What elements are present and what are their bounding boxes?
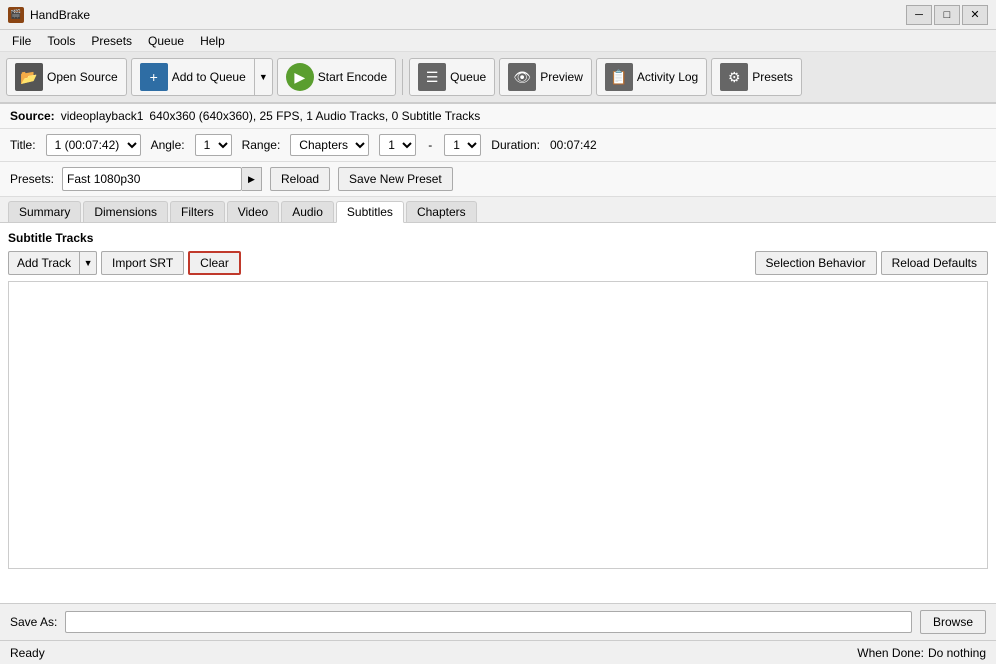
chapter-from-select[interactable]: 1 <box>379 134 416 156</box>
main-content: Subtitle Tracks Add Track ▼ Import SRT C… <box>0 223 996 603</box>
subtitle-toolbar: Add Track ▼ Import SRT Clear Selection B… <box>8 251 988 275</box>
presets-row: Presets: Fast 1080p30 ▶ Reload Save New … <box>0 162 996 197</box>
preview-button[interactable]: 👁 Preview <box>499 58 592 96</box>
activity-log-icon: 📋 <box>605 63 633 91</box>
add-to-queue-dropdown[interactable]: ▼ <box>254 59 272 95</box>
settings-row: Title: 1 (00:07:42) Angle: 1 Range: Chap… <box>0 129 996 162</box>
presets-label: Presets: <box>10 172 54 186</box>
when-done-value: Do nothing <box>928 646 986 660</box>
add-track-button[interactable]: Add Track ▼ <box>8 251 97 275</box>
save-bar: Save As: Browse <box>0 603 996 640</box>
tab-chapters[interactable]: Chapters <box>406 201 477 222</box>
subtitle-toolbar-left: Add Track ▼ Import SRT Clear <box>8 251 241 275</box>
add-track-dropdown[interactable]: ▼ <box>80 252 96 274</box>
presets-button[interactable]: ⚙ Presets <box>711 58 802 96</box>
dash: - <box>426 138 434 152</box>
start-encode-icon: ▶ <box>286 63 314 91</box>
activity-log-label: Activity Log <box>637 70 698 84</box>
start-encode-label: Start Encode <box>318 70 387 84</box>
menu-help[interactable]: Help <box>192 32 233 50</box>
open-source-label: Open Source <box>47 70 118 84</box>
title-bar: 🎬 HandBrake ─ □ ✕ <box>0 0 996 30</box>
tab-video[interactable]: Video <box>227 201 279 222</box>
subtitle-toolbar-right: Selection Behavior Reload Defaults <box>755 251 988 275</box>
subtitle-panel: Subtitle Tracks Add Track ▼ Import SRT C… <box>0 223 996 585</box>
minimize-button[interactable]: ─ <box>906 5 932 25</box>
presets-label: Presets <box>752 70 793 84</box>
start-encode-button[interactable]: ▶ Start Encode <box>277 58 396 96</box>
duration-value: 00:07:42 <box>550 138 597 152</box>
toolbar: 📂 Open Source + Add to Queue ▼ ▶ Start E… <box>0 52 996 104</box>
close-button[interactable]: ✕ <box>962 5 988 25</box>
presets-icon: ⚙ <box>720 63 748 91</box>
source-label: Source: <box>10 109 55 123</box>
preview-label: Preview <box>540 70 583 84</box>
queue-label: Queue <box>450 70 486 84</box>
duration-label: Duration: <box>491 138 540 152</box>
selection-behavior-button[interactable]: Selection Behavior <box>755 251 877 275</box>
browse-button[interactable]: Browse <box>920 610 986 634</box>
track-list-area <box>8 281 988 569</box>
menu-file[interactable]: File <box>4 32 39 50</box>
activity-log-button[interactable]: 📋 Activity Log <box>596 58 707 96</box>
status-text: Ready <box>10 646 45 660</box>
title-select[interactable]: 1 (00:07:42) <box>46 134 141 156</box>
add-track-main[interactable]: Add Track <box>9 252 80 274</box>
menu-presets[interactable]: Presets <box>83 32 140 50</box>
preview-icon: 👁 <box>508 63 536 91</box>
queue-button[interactable]: ☰ Queue <box>409 58 495 96</box>
preset-arrow-button[interactable]: ▶ <box>242 167 262 191</box>
source-bar: Source: videoplayback1 640x360 (640x360)… <box>0 104 996 129</box>
maximize-button[interactable]: □ <box>934 5 960 25</box>
preset-select-wrap: Fast 1080p30 ▶ <box>62 167 262 191</box>
menu-bar: File Tools Presets Queue Help <box>0 30 996 52</box>
range-select[interactable]: Chapters <box>290 134 369 156</box>
add-to-queue-button[interactable]: + Add to Queue ▼ <box>131 58 273 96</box>
angle-label: Angle: <box>151 138 185 152</box>
import-srt-button[interactable]: Import SRT <box>101 251 184 275</box>
chapter-to-select[interactable]: 1 <box>444 134 481 156</box>
menu-queue[interactable]: Queue <box>140 32 192 50</box>
source-filename: videoplayback1 <box>61 109 144 123</box>
save-as-input[interactable] <box>65 611 912 633</box>
tab-audio[interactable]: Audio <box>281 201 334 222</box>
tab-dimensions[interactable]: Dimensions <box>83 201 168 222</box>
status-bar: Ready When Done: Do nothing <box>0 640 996 664</box>
save-new-preset-button[interactable]: Save New Preset <box>338 167 453 191</box>
open-source-button[interactable]: 📂 Open Source <box>6 58 127 96</box>
add-to-queue-main[interactable]: + Add to Queue <box>132 59 254 95</box>
open-source-icon: 📂 <box>15 63 43 91</box>
when-done-label: When Done: <box>857 646 924 660</box>
reload-button[interactable]: Reload <box>270 167 330 191</box>
tab-subtitles[interactable]: Subtitles <box>336 201 404 223</box>
tab-summary[interactable]: Summary <box>8 201 81 222</box>
reload-defaults-button[interactable]: Reload Defaults <box>881 251 988 275</box>
toolbar-separator-1 <box>402 59 403 95</box>
tab-filters[interactable]: Filters <box>170 201 225 222</box>
content-wrapper: Source: videoplayback1 640x360 (640x360)… <box>0 104 996 664</box>
status-right: When Done: Do nothing <box>857 646 986 660</box>
range-label: Range: <box>242 138 281 152</box>
title-label: Title: <box>10 138 36 152</box>
title-bar-controls: ─ □ ✕ <box>906 5 988 25</box>
save-as-label: Save As: <box>10 615 57 629</box>
menu-tools[interactable]: Tools <box>39 32 83 50</box>
angle-select[interactable]: 1 <box>195 134 232 156</box>
add-to-queue-label: Add to Queue <box>172 70 246 84</box>
title-bar-left: 🎬 HandBrake <box>8 7 90 23</box>
queue-icon: ☰ <box>418 63 446 91</box>
app-title: HandBrake <box>30 8 90 22</box>
preset-select[interactable]: Fast 1080p30 <box>62 167 242 191</box>
add-to-queue-icon: + <box>140 63 168 91</box>
app-icon: 🎬 <box>8 7 24 23</box>
source-info: 640x360 (640x360), 25 FPS, 1 Audio Track… <box>149 109 480 123</box>
subtitle-panel-title: Subtitle Tracks <box>8 231 988 245</box>
tabs-bar: Summary Dimensions Filters Video Audio S… <box>0 197 996 223</box>
clear-button[interactable]: Clear <box>188 251 241 275</box>
